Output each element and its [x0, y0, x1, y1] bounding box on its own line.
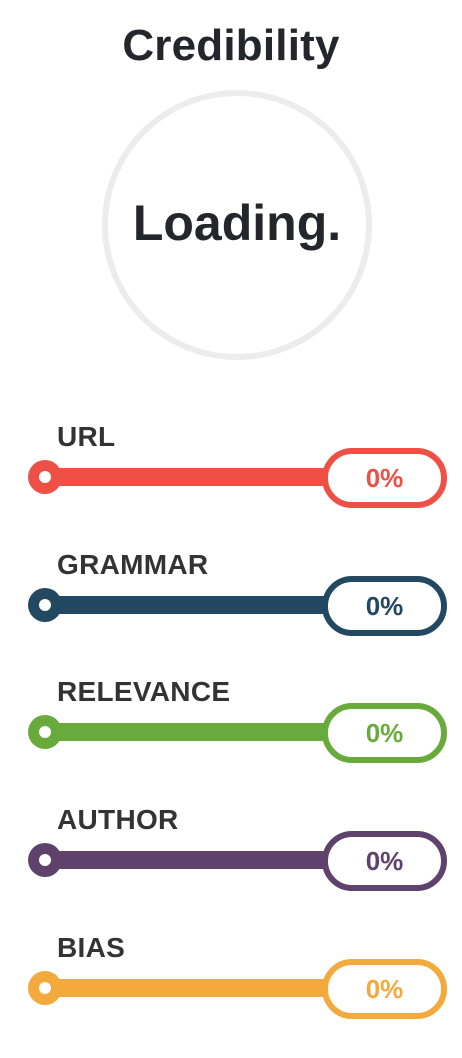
- knob-center: [39, 982, 51, 994]
- metric-author: AUTHOR 0%: [0, 803, 462, 913]
- metric-grammar: GRAMMAR 0%: [0, 548, 462, 658]
- metric-track: [40, 979, 340, 997]
- metric-value-badge: 0%: [322, 703, 447, 763]
- metric-bias: BIAS 0%: [0, 931, 462, 1041]
- slider-knob[interactable]: [28, 460, 62, 494]
- metric-value-badge: 0%: [322, 576, 447, 636]
- metric-value-badge: 0%: [322, 831, 447, 891]
- knob-center: [39, 599, 51, 611]
- score-text: Loading.: [132, 195, 342, 251]
- metric-track: [40, 468, 340, 486]
- metric-url: URL 0%: [0, 420, 462, 530]
- metric-track: [40, 723, 340, 741]
- metric-label: URL: [57, 421, 116, 452]
- knob-center: [39, 854, 51, 866]
- metric-label: AUTHOR: [57, 804, 179, 835]
- metric-value-badge: 0%: [322, 959, 447, 1019]
- knob-center: [39, 726, 51, 738]
- metric-relevance: RELEVANCE 0%: [0, 675, 462, 785]
- metric-label: RELEVANCE: [57, 676, 231, 707]
- metric-label: BIAS: [57, 932, 126, 963]
- knob-center: [39, 471, 51, 483]
- metric-label: GRAMMAR: [57, 549, 209, 580]
- slider-knob[interactable]: [28, 588, 62, 622]
- slider-knob[interactable]: [28, 971, 62, 1005]
- metric-track: [40, 596, 340, 614]
- metric-value-badge: 0%: [322, 448, 447, 508]
- metric-track: [40, 851, 340, 869]
- page-title: Credibility: [122, 21, 340, 70]
- credibility-score-ring: Loading.: [102, 90, 372, 360]
- slider-knob[interactable]: [28, 843, 62, 877]
- slider-knob[interactable]: [28, 715, 62, 749]
